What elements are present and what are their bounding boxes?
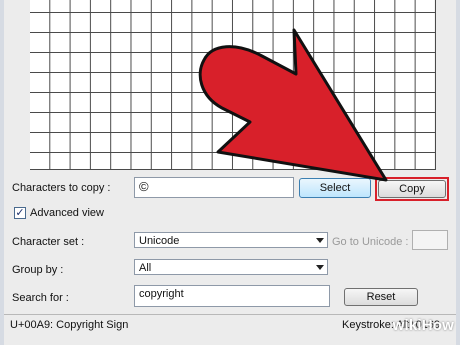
- watermark: wikiHow: [392, 317, 454, 334]
- red-arrow-icon: [198, 28, 388, 182]
- character-map-window: Characters to copy : © Select Copy ✓ Adv…: [0, 0, 460, 345]
